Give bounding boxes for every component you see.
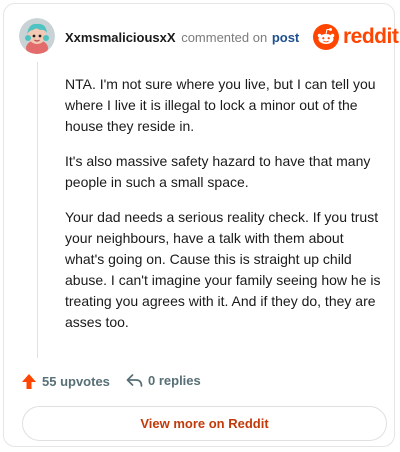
thread-line[interactable] — [37, 62, 38, 358]
comment-card: XxmsmaliciousxX commented on post reddit… — [3, 3, 399, 447]
reply-button[interactable]: 0 replies — [126, 373, 201, 388]
user-avatar-icon[interactable] — [19, 18, 55, 54]
upvote-button[interactable]: 55 upvotes — [21, 373, 110, 390]
reply-count: 0 replies — [148, 373, 201, 388]
username-link[interactable]: XxmsmaliciousxX — [65, 30, 176, 45]
reddit-wordmark: reddit — [343, 25, 399, 48]
comment-paragraph: It's also massive safety hazard to have … — [65, 153, 371, 190]
comment-body: NTA. I'm not sure where you live, but I … — [65, 74, 385, 347]
reddit-logo-icon — [313, 24, 339, 50]
comment-meta-text: commented on — [181, 30, 268, 45]
view-more-button[interactable]: View more on Reddit — [22, 406, 387, 441]
comment-paragraph: Your dad needs a serious reality check. … — [65, 209, 381, 330]
post-link[interactable]: post — [272, 30, 299, 45]
upvote-count: 55 upvotes — [42, 374, 110, 389]
upvote-arrow-icon — [22, 374, 36, 389]
comment-paragraph: NTA. I'm not sure where you live, but I … — [65, 76, 376, 134]
comment-header: XxmsmaliciousxX commented on post — [65, 30, 299, 45]
reply-arrow-icon — [126, 374, 143, 387]
